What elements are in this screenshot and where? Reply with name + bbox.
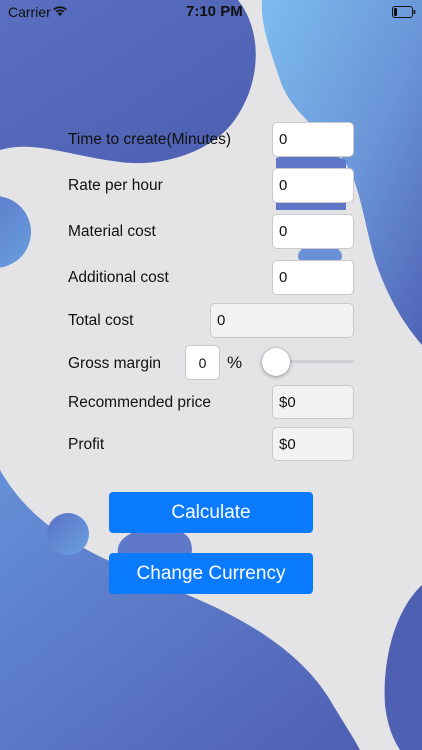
calculate-button[interactable]: Calculate [109, 492, 313, 533]
gross-margin-field[interactable]: 0 [185, 345, 220, 380]
material-cost-label: Material cost [68, 223, 156, 240]
material-cost-field[interactable]: 0 [272, 214, 354, 249]
total-cost-label: Total cost [68, 312, 134, 329]
wifi-icon [52, 4, 68, 18]
slider-thumb[interactable] [262, 348, 290, 376]
recommended-price-field: $0 [272, 385, 354, 419]
recommended-price-label: Recommended price [68, 394, 212, 411]
clock: 7:10 PM [186, 3, 243, 20]
change-currency-button[interactable]: Change Currency [109, 553, 313, 594]
profit-field: $0 [272, 427, 354, 461]
total-cost-field: 0 [210, 303, 354, 338]
battery-icon [392, 5, 416, 18]
time-to-create-label: Time to create(Minutes) [68, 131, 232, 148]
percent-sign: % [227, 353, 243, 372]
additional-cost-field[interactable]: 0 [272, 260, 354, 295]
time-to-create-field[interactable]: 0 [272, 122, 354, 157]
profit-label: Profit [68, 436, 105, 453]
gross-margin-label: Gross margin [68, 355, 162, 372]
carrier-label: Carrier [8, 4, 51, 20]
rate-per-hour-label: Rate per hour [68, 177, 163, 194]
gross-margin-slider[interactable] [262, 347, 354, 377]
additional-cost-label: Additional cost [68, 269, 169, 286]
rate-per-hour-field[interactable]: 0 [272, 168, 354, 203]
